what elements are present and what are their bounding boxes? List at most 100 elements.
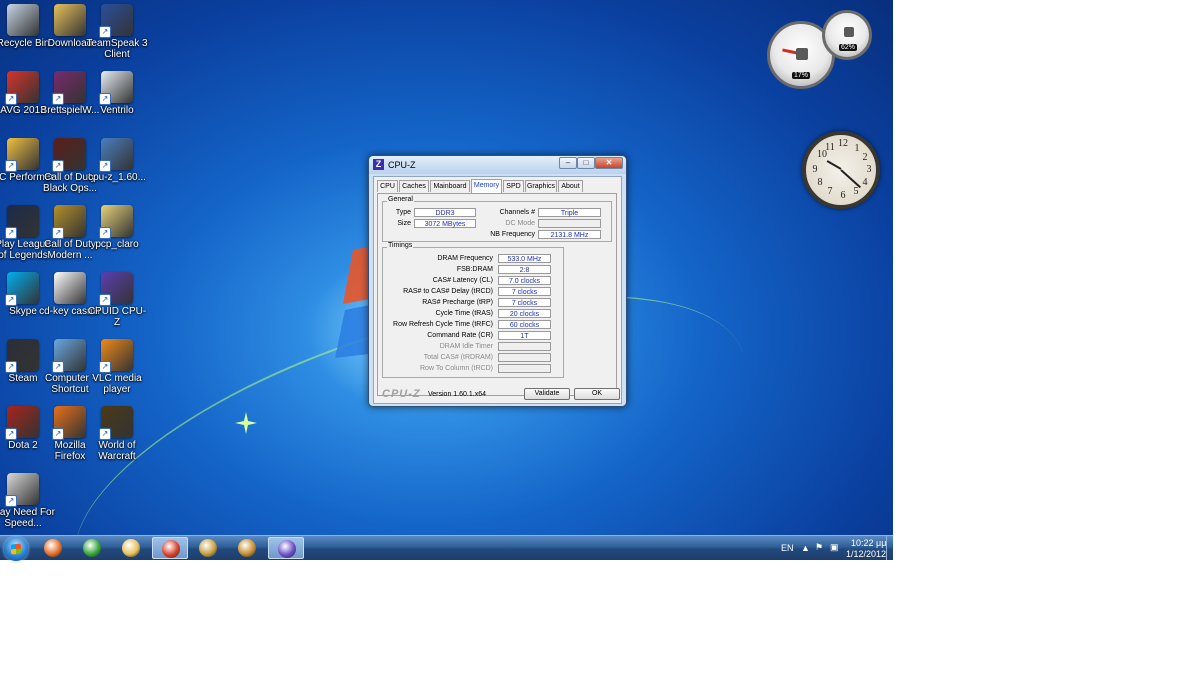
utorrent-icon [83, 539, 101, 557]
desktop-icon-label: Play Need For Speed... [0, 507, 55, 529]
action-center-flag-icon[interactable]: ⚑ [815, 542, 823, 553]
dota2-icon: ↗ [5, 406, 39, 440]
shortcut-arrow-icon: ↗ [52, 361, 64, 373]
tab-cpu[interactable]: CPU [377, 180, 398, 192]
taskbar-button[interactable] [152, 537, 188, 559]
chrome-icon [162, 540, 180, 558]
shortcut-arrow-icon: ↗ [99, 26, 111, 38]
clock-numeral: 6 [840, 190, 846, 201]
text-file-icon [54, 272, 86, 304]
taskbar-button[interactable] [35, 537, 71, 559]
minimize-button[interactable]: – [559, 157, 577, 169]
general-group-title: General [387, 196, 414, 203]
need-for-speed-icon: ↗ [5, 473, 39, 507]
taskbar-button[interactable] [190, 537, 226, 559]
timing-label: Cycle Time (tRAS) [435, 310, 493, 317]
memory-tab-panel: General Type DDR3 Size 3072 MBytes Chann… [377, 193, 617, 396]
tab-mainboard[interactable]: Mainboard [430, 180, 470, 192]
timing-value [498, 353, 551, 362]
nb-frequency-value: 2131.8 MHz [538, 230, 601, 239]
shortcut-arrow-icon: ↗ [99, 227, 111, 239]
timing-value: 60 clocks [498, 320, 551, 329]
desktop-icon[interactable]: ↗ pcp_claro [85, 201, 149, 265]
size-label: Size [397, 220, 411, 227]
desktop-icon-label: TeamSpeak 3 Client [86, 38, 148, 60]
language-indicator[interactable]: EN [781, 543, 794, 553]
channels-label: Channels # [499, 209, 535, 216]
media-player-icon [44, 539, 62, 557]
gauge-center-icon [796, 48, 808, 60]
desktop-icon[interactable]: ↗ Ventrilo [85, 67, 149, 131]
ok-button[interactable]: OK [574, 388, 620, 400]
world-of-warcraft-icon: ↗ [99, 406, 133, 440]
taskbar-button[interactable] [229, 537, 265, 559]
desktop-icon-label: Ventrilo [100, 105, 134, 116]
tab-memory[interactable]: Memory [471, 179, 502, 193]
cpuz-window[interactable]: Z CPU-Z – □ ✕ CPU Caches Mainboard Memory SP… [368, 155, 627, 407]
ventrilo-icon: ↗ [99, 71, 133, 105]
desktop-icon[interactable]: ↗ VLC media player [85, 335, 149, 399]
desktop: Recycle Bin Download ↗ TeamSpeak 3 Client ↗ A… [0, 0, 893, 535]
desktop-icon[interactable]: ↗ TeamSpeak 3 Client [85, 0, 149, 64]
clock-numeral: 9 [812, 164, 818, 175]
timing-label: DRAM Frequency [437, 255, 493, 262]
dc-mode-value [538, 219, 601, 228]
clock-date[interactable]: 1/12/2012 [846, 549, 886, 559]
clock-time[interactable]: 10:22 μμ [851, 538, 886, 548]
avg-icon: ↗ [5, 71, 39, 105]
window-title: CPU-Z [388, 160, 416, 170]
desktop-icon-label: CPUID CPU-Z [87, 306, 147, 328]
cpuz-icon: ↗ [99, 272, 133, 306]
desktop-icon[interactable]: ↗ cpu-z_1.60... [85, 134, 149, 198]
shortcut-arrow-icon: ↗ [99, 361, 111, 373]
tab-graphics[interactable]: Graphics [525, 180, 557, 192]
version-text: Version 1.60.1.x64 [428, 391, 486, 398]
timing-label: Row To Column (tRCD) [420, 365, 493, 372]
tab-spd[interactable]: SPD [503, 180, 524, 192]
bsw-icon: ↗ [52, 71, 86, 105]
shortcut-arrow-icon: ↗ [99, 428, 111, 440]
timing-label: DRAM Idle Timer [439, 343, 493, 350]
desktop-icon-label: cpu-z_1.60... [88, 172, 146, 183]
window-client-area: CPU Caches Mainboard Memory SPD Graphics About… [373, 176, 622, 404]
tab-caches[interactable]: Caches [399, 180, 429, 192]
taskbar-button[interactable] [113, 537, 149, 559]
show-hidden-icons-icon[interactable]: ▲ [801, 543, 810, 553]
desktop-icon[interactable]: ↗ World of Warcraft [85, 402, 149, 466]
clock-numeral: 8 [817, 177, 823, 188]
timing-label: RAS# to CAS# Delay (tRCD) [403, 288, 493, 295]
clock-gadget[interactable]: 12 3 6 9 10 1 2 4 5 7 8 11 [802, 131, 880, 209]
recycle-bin-icon [7, 4, 39, 36]
desktop-icon[interactable]: ↗Play Need For Speed... [0, 469, 55, 533]
validate-button[interactable]: Validate [524, 388, 570, 400]
shortcut-arrow-icon: ↗ [5, 294, 17, 306]
gauge-center-icon [844, 27, 854, 37]
cpuz-installer-icon: ↗ [99, 138, 133, 172]
maximize-button[interactable]: □ [577, 157, 595, 169]
desktop-icon-label: VLC media player [92, 373, 142, 395]
timing-label: Total CAS# (tRDRAM) [423, 354, 493, 361]
general-group: General Type DDR3 Size 3072 MBytes Chann… [382, 196, 612, 242]
cpuz-footer-logo: CPU-Z [382, 388, 421, 400]
network-icon[interactable]: ▣ [830, 542, 839, 553]
timing-label: CAS# Latency (CL) [432, 277, 493, 284]
shortcut-arrow-icon: ↗ [5, 160, 17, 172]
nb-frequency-label: NB Frequency [490, 231, 535, 238]
clock-hour-hand [826, 160, 842, 170]
taskbar-button[interactable] [74, 537, 110, 559]
tab-about[interactable]: About [558, 180, 583, 192]
timing-value: 20 clocks [498, 309, 551, 318]
start-button[interactable] [4, 537, 28, 561]
desktop-icon-label: World of Warcraft [98, 440, 136, 462]
timing-value: 7 clocks [498, 287, 551, 296]
close-button[interactable]: ✕ [595, 157, 623, 169]
title-bar[interactable]: Z CPU-Z – □ ✕ [369, 156, 626, 174]
timings-group-title: Timings [387, 242, 414, 249]
cpuz-icon [278, 540, 296, 558]
desktop-icon[interactable]: ↗ CPUID CPU-Z [85, 268, 149, 332]
computer-icon: ↗ [52, 339, 86, 373]
show-desktop-button[interactable] [886, 536, 894, 560]
timing-value: 533.0 MHz [498, 254, 551, 263]
taskbar-button[interactable] [268, 537, 304, 559]
world-of-warcraft-icon [238, 539, 256, 557]
